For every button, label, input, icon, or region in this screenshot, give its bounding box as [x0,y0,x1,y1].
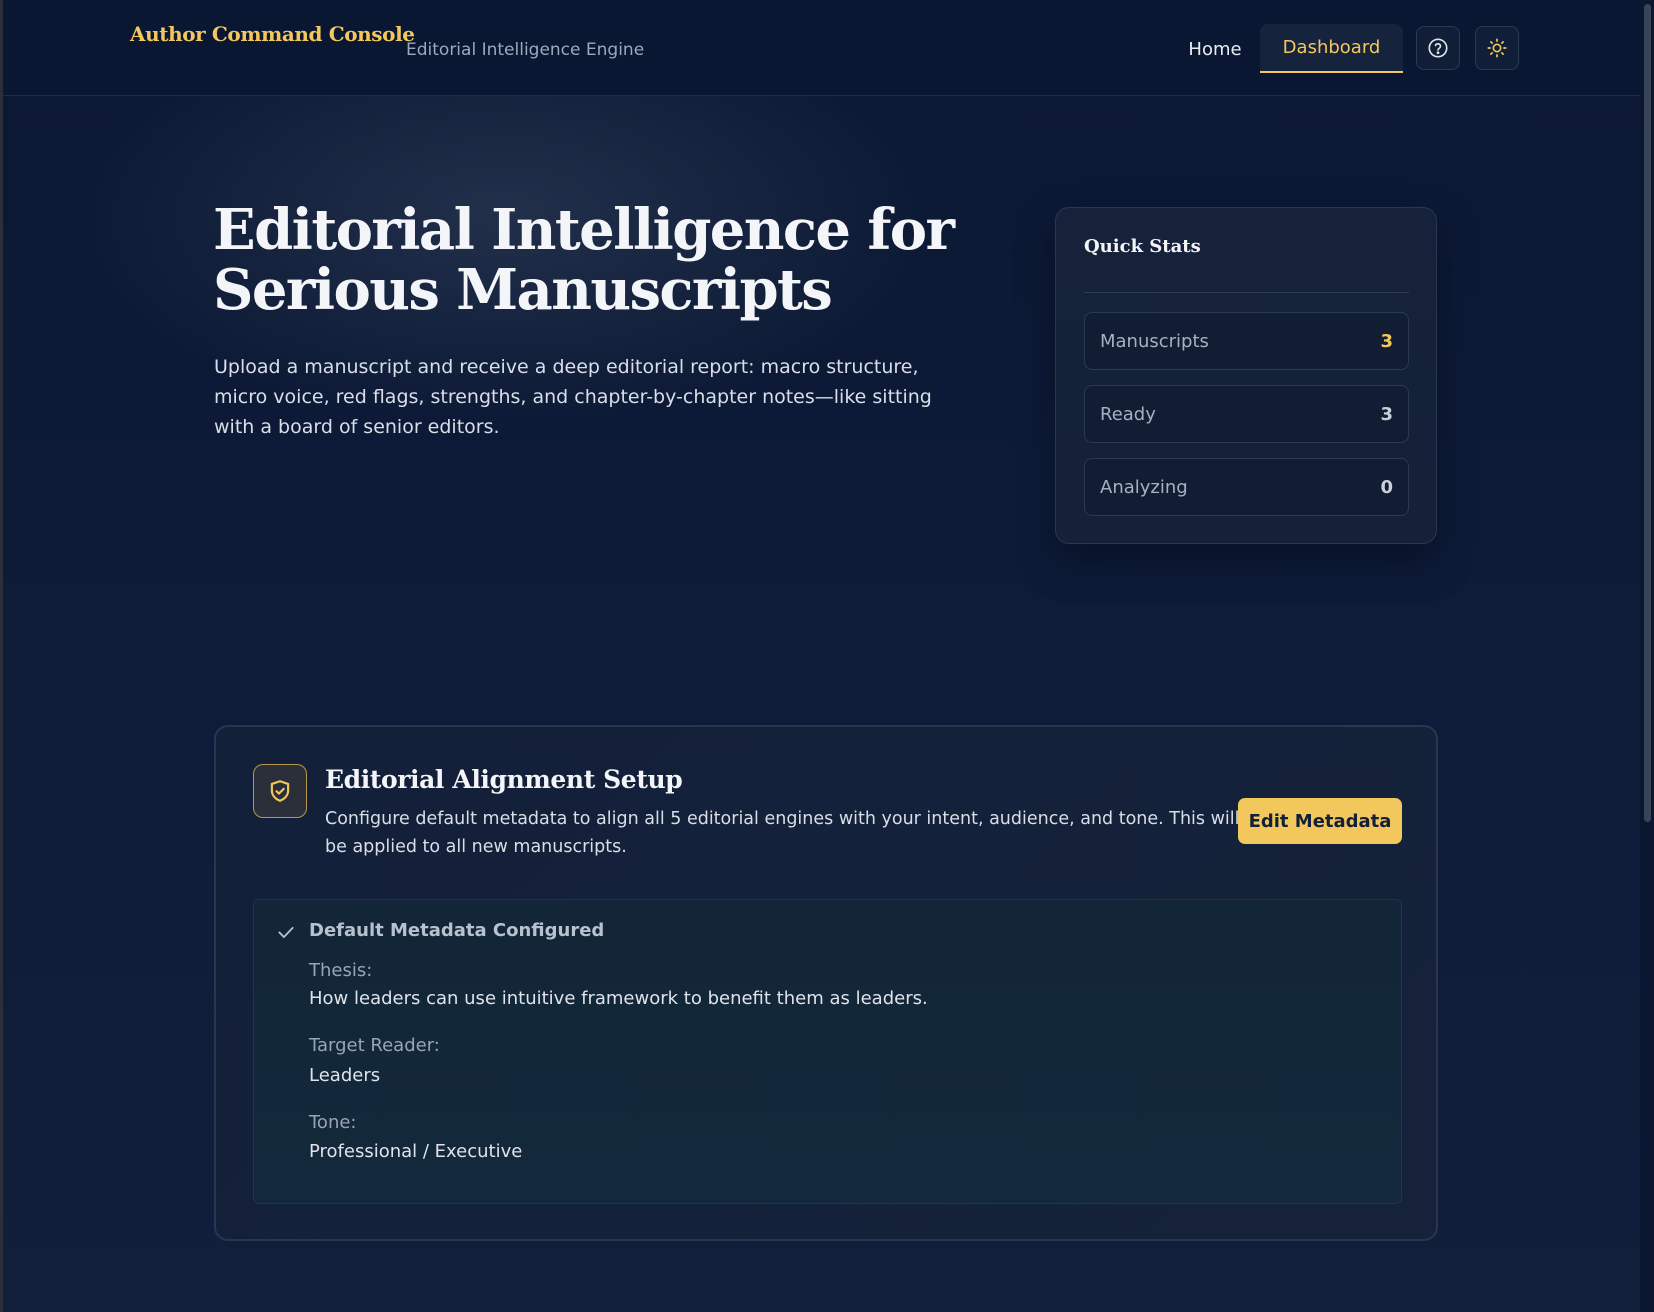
brand-tagline: Editorial Intelligence Engine [406,40,645,60]
metadata-thesis-value: How leaders can use intuitive framework … [309,988,928,1009]
metadata-heading: Default Metadata Configured [309,920,605,941]
quick-stats-card: Quick Stats Manuscripts 3 Ready 3 Analyz… [1055,207,1437,544]
nav-dashboard-link[interactable]: Dashboard [1260,24,1403,73]
brand-logo-text[interactable]: Author Command Console [130,22,415,46]
theme-toggle-button[interactable] [1475,26,1519,70]
alignment-title: Editorial Alignment Setup [325,765,683,794]
hero-description: Upload a manuscript and receive a deep e… [214,356,932,438]
stat-label: Ready [1100,403,1156,425]
shield-check-icon [270,780,290,802]
help-circle-icon [1428,38,1448,58]
edit-metadata-button[interactable]: Edit Metadata [1238,798,1402,844]
check-icon [278,926,294,938]
metadata-tone-value: Professional / Executive [309,1141,523,1162]
metadata-thesis-label: Thesis: [309,960,373,981]
shield-badge [253,764,307,818]
stat-row-analyzing: Analyzing 0 [1084,458,1409,516]
help-button[interactable] [1416,26,1460,70]
app-window: Author Command Console Editorial Intelli… [0,0,1654,1312]
default-metadata-panel: Default Metadata Configured Thesis: How … [253,899,1402,1204]
nav-home-link[interactable]: Home [1155,24,1275,74]
metadata-target-reader-label: Target Reader: [309,1035,440,1056]
editorial-alignment-card: Editorial Alignment Setup Configure defa… [214,725,1438,1241]
stat-label: Manuscripts [1100,330,1209,352]
quick-stats-title: Quick Stats [1084,236,1201,257]
top-header: Author Command Console Editorial Intelli… [3,0,1643,96]
sun-icon [1487,38,1507,58]
stat-row-ready: Ready 3 [1084,385,1409,443]
stat-value: 3 [1380,403,1393,425]
stat-label: Analyzing [1100,476,1188,498]
stat-value: 0 [1380,476,1393,498]
stat-value: 3 [1380,330,1393,352]
quick-stats-divider [1084,292,1409,293]
stat-row-manuscripts: Manuscripts 3 [1084,312,1409,370]
alignment-description: Configure default metadata to align all … [325,809,1240,857]
scrollbar-thumb[interactable] [1644,4,1651,822]
metadata-target-reader-value: Leaders [309,1065,381,1086]
hero-title: Editorial Intelligence for Serious Manus… [213,197,955,323]
page-scrollbar[interactable] [1640,0,1654,1312]
metadata-tone-label: Tone: [309,1112,357,1133]
